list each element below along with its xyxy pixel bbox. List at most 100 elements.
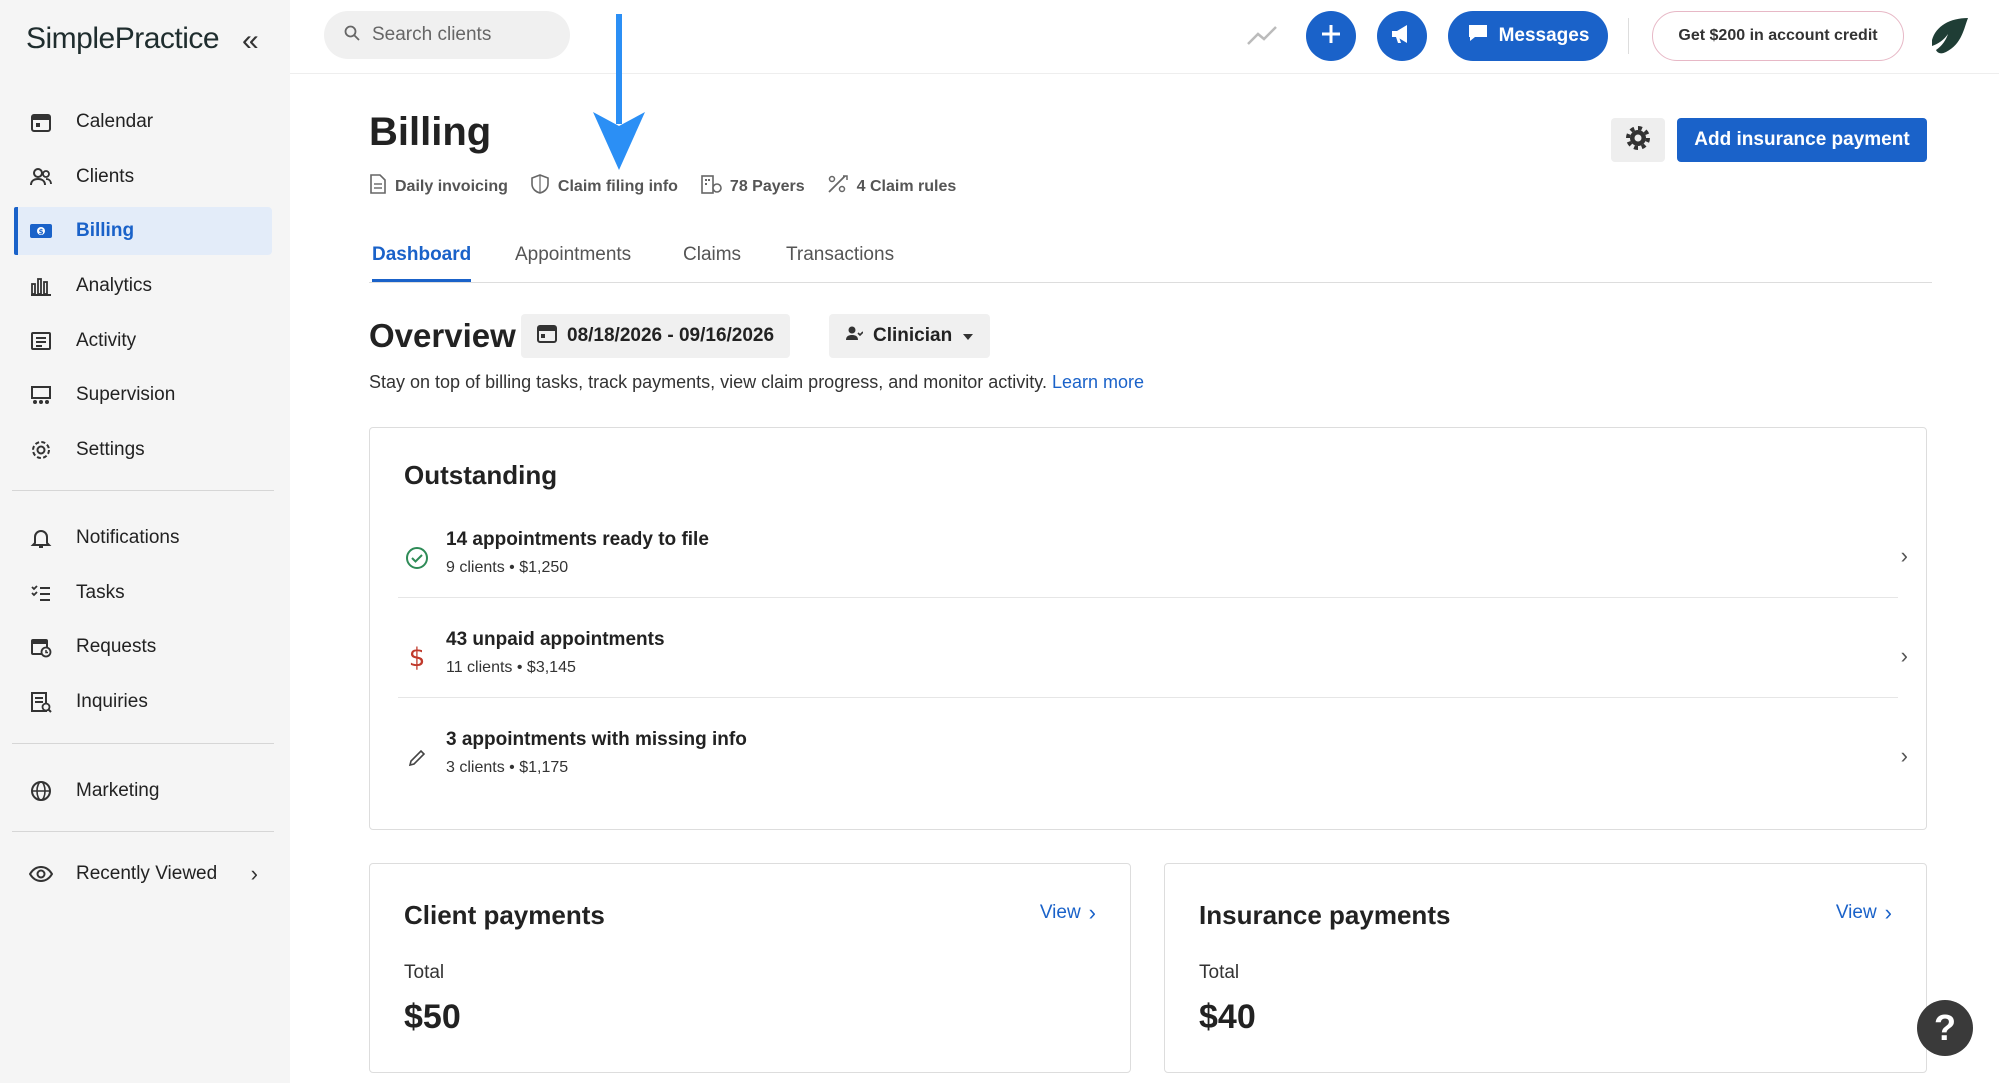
description-text: Stay on top of billing tasks, track paym…: [369, 372, 1047, 392]
document-icon: [369, 174, 387, 199]
announcements-button[interactable]: [1377, 11, 1427, 61]
sidebar: SimplePractice « Calendar Clients $ Bill…: [0, 0, 290, 1083]
messages-label: Messages: [1498, 25, 1590, 46]
outstanding-card: Outstanding 14 appointments ready to fil…: [369, 427, 1927, 830]
daily-invoicing-link[interactable]: Daily invoicing: [369, 174, 508, 199]
sidebar-item-marketing[interactable]: Marketing: [14, 767, 272, 815]
analytics-icon: [28, 273, 54, 299]
sidebar-item-settings[interactable]: Settings: [14, 426, 272, 474]
row-title: 3 appointments with missing info: [446, 729, 747, 750]
claim-filing-label: Claim filing info: [557, 177, 678, 195]
sidebar-item-inquiries[interactable]: Inquiries: [14, 678, 272, 726]
chevron-right-icon: ›: [1088, 900, 1096, 925]
tab-claims[interactable]: Claims: [683, 244, 741, 282]
sidebar-divider: [12, 743, 274, 744]
sidebar-item-label: Clients: [76, 166, 135, 187]
sidebar-item-activity[interactable]: Activity: [14, 317, 272, 365]
clinician-filter[interactable]: Clinician: [829, 314, 991, 358]
rules-icon: [827, 174, 849, 199]
tab-appointments[interactable]: Appointments: [515, 244, 631, 282]
billing-meta-row: Daily invoicing Claim filing info 78 Pay…: [369, 174, 956, 199]
row-divider: [398, 597, 1898, 598]
search-input[interactable]: [372, 24, 552, 46]
row-title: 14 appointments ready to file: [446, 529, 709, 550]
messages-button[interactable]: Messages: [1448, 11, 1608, 61]
topbar-separator: [1628, 18, 1629, 54]
requests-icon: [28, 634, 54, 660]
chevron-right-icon: ›: [1884, 900, 1892, 925]
clinician-label: Clinician: [873, 325, 953, 346]
learn-more-link[interactable]: Learn more: [1052, 372, 1144, 392]
overview-description: Stay on top of billing tasks, track paym…: [369, 372, 1144, 393]
overview-title: Overview: [369, 317, 516, 354]
account-credit-button[interactable]: Get $200 in account credit: [1652, 11, 1904, 61]
payers-link[interactable]: 78 Payers: [700, 174, 805, 199]
eye-icon: [28, 861, 54, 887]
sidebar-item-requests[interactable]: Requests: [14, 623, 272, 671]
view-label: View: [1039, 902, 1081, 923]
svg-text:$: $: [39, 228, 44, 236]
outstanding-title: Outstanding: [404, 460, 558, 490]
sidebar-item-clients[interactable]: Clients: [14, 153, 272, 201]
insurance-payments-title: Insurance payments: [1199, 900, 1451, 930]
check-circle-icon: [404, 545, 430, 571]
trend-icon[interactable]: [1245, 20, 1279, 55]
outstanding-row-unpaid[interactable]: $ 43 unpaid appointments 11 clients • $3…: [398, 623, 1918, 723]
help-button[interactable]: ?: [1917, 1000, 1973, 1056]
tab-dashboard[interactable]: Dashboard: [372, 244, 472, 282]
sidebar-item-label: Supervision: [76, 384, 176, 405]
pencil-icon: [404, 745, 430, 771]
sidebar-divider: [12, 490, 274, 491]
logo[interactable]: SimplePractice: [26, 22, 220, 56]
daily-invoicing-label: Daily invoicing: [395, 177, 508, 195]
sidebar-item-label: Inquiries: [76, 691, 148, 712]
claim-filing-info-link[interactable]: Claim filing info: [530, 174, 678, 199]
date-range-picker[interactable]: 08/18/2026 - 09/16/2026: [521, 314, 791, 358]
activity-icon: [28, 328, 54, 354]
sidebar-item-recently-viewed[interactable]: Recently Viewed ›: [14, 850, 272, 898]
tab-transactions[interactable]: Transactions: [786, 244, 894, 282]
sidebar-item-label: Tasks: [76, 582, 125, 603]
settings-icon: [28, 437, 54, 463]
megaphone-icon: [1389, 22, 1415, 51]
top-bar: Messages Get $200 in account credit: [290, 0, 1999, 74]
sidebar-item-notifications[interactable]: Notifications: [14, 514, 272, 562]
sidebar-item-label: Analytics: [76, 275, 153, 296]
outstanding-row-missing-info[interactable]: 3 appointments with missing info 3 clien…: [398, 723, 1918, 823]
client-payments-view-link[interactable]: View ›: [1040, 900, 1096, 926]
supervision-icon: [28, 382, 54, 408]
billing-tabs: Dashboard Appointments Claims Transactio…: [369, 236, 1932, 283]
insurance-payments-card: Insurance payments View › Total $40: [1164, 863, 1927, 1073]
sidebar-item-label: Recently Viewed: [76, 863, 218, 884]
search-box[interactable]: [324, 11, 570, 59]
sidebar-item-tasks[interactable]: Tasks: [14, 569, 272, 617]
calendar-icon: [537, 323, 557, 349]
leaf-avatar-icon[interactable]: [1926, 12, 1974, 60]
chat-bubble-icon: [1467, 22, 1489, 50]
sidebar-divider: [12, 831, 274, 832]
client-payments-total: $50: [404, 998, 461, 1036]
client-payments-title: Client payments: [404, 900, 605, 930]
sidebar-item-label: Marketing: [76, 780, 160, 801]
sidebar-item-supervision[interactable]: Supervision: [14, 371, 272, 419]
sidebar-item-analytics[interactable]: Analytics: [14, 262, 272, 310]
add-insurance-payment-button[interactable]: Add insurance payment: [1677, 118, 1927, 162]
sidebar-item-label: Activity: [76, 330, 137, 351]
claim-rules-link[interactable]: 4 Claim rules: [827, 174, 957, 199]
claim-rules-label: 4 Claim rules: [856, 177, 957, 195]
caret-down-icon: [962, 325, 974, 347]
sidebar-item-calendar[interactable]: Calendar: [14, 98, 272, 146]
payers-label: 78 Payers: [729, 177, 805, 195]
sidebar-item-label: Billing: [76, 220, 135, 241]
outstanding-row-ready-to-file[interactable]: 14 appointments ready to file 9 clients …: [398, 523, 1918, 623]
sidebar-item-billing[interactable]: $ Billing: [14, 207, 272, 255]
page-title: Billing: [369, 110, 492, 154]
clinician-icon: [845, 324, 864, 348]
add-button[interactable]: [1306, 11, 1356, 61]
billing-settings-button[interactable]: [1611, 118, 1665, 162]
dollar-icon: $: [408, 643, 426, 673]
date-range-value: 08/18/2026 - 09/16/2026: [567, 325, 775, 346]
billing-icon: $: [28, 218, 54, 244]
insurance-payments-view-link[interactable]: View ›: [1836, 900, 1892, 926]
collapse-sidebar-icon[interactable]: «: [242, 26, 259, 56]
